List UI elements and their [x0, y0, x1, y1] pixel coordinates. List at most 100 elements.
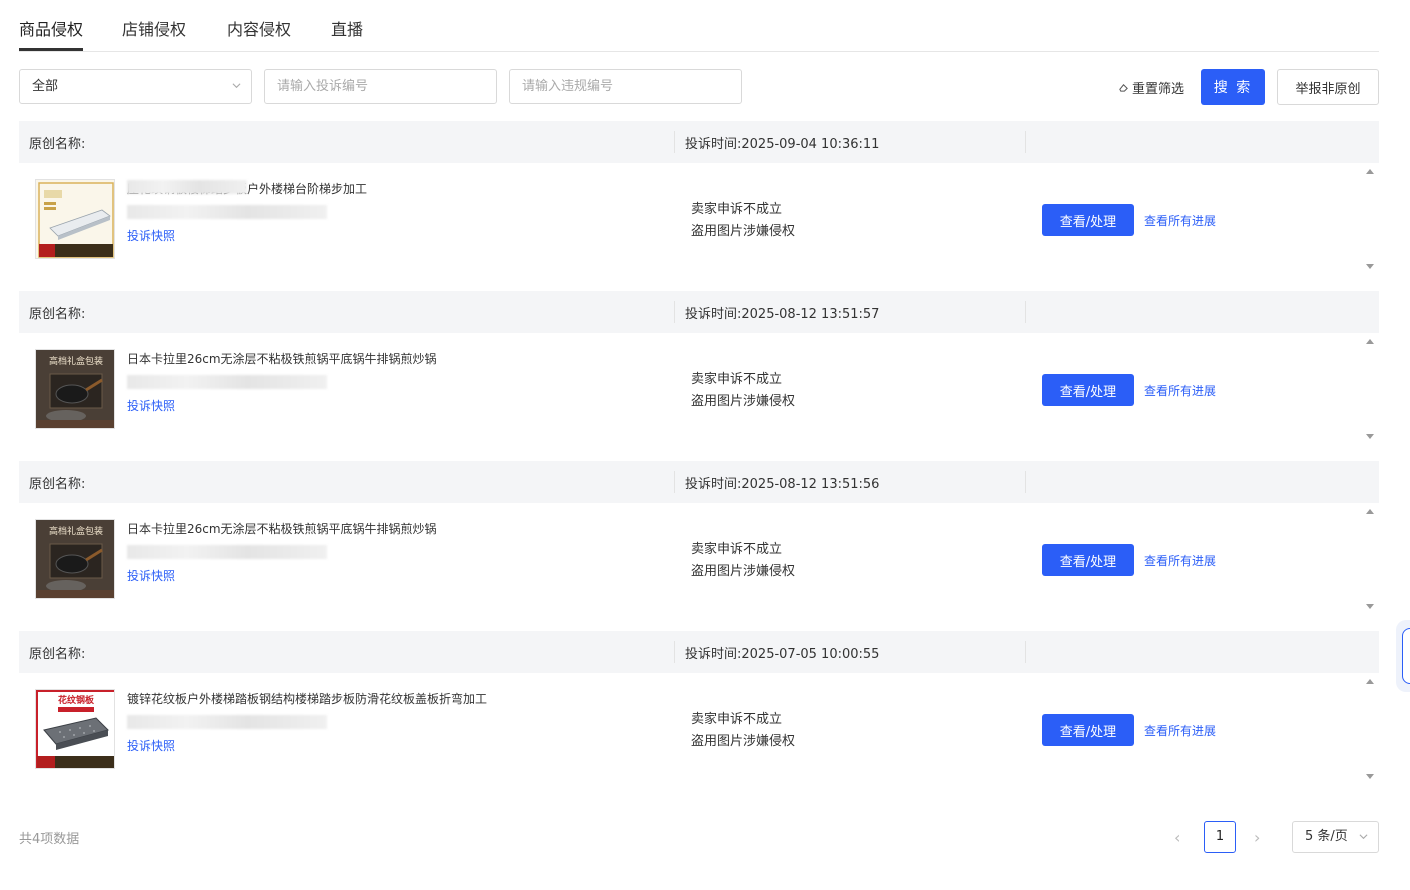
- scrollbar[interactable]: [1362, 163, 1379, 275]
- divider: [1025, 641, 1026, 663]
- tab-content-infringement[interactable]: 内容侵权: [227, 19, 291, 41]
- status-reason: 盗用图片涉嫌侵权: [691, 734, 796, 749]
- complaint-snapshot-link[interactable]: 投诉快照: [127, 567, 175, 584]
- pattern-plate-image: 花纹钢板: [36, 690, 114, 768]
- record-body: 高档礼盒包装 日本卡拉里26cm无涂层不粘极铁煎锅平底锅牛排锅煎炒锅 投诉快照 …: [19, 503, 1379, 615]
- status-select[interactable]: 全部: [19, 69, 252, 104]
- record-header: 原创名称: 投诉时间:2025-09-04 10:36:11: [19, 121, 1379, 163]
- scroll-up-arrow-icon[interactable]: [1366, 509, 1374, 514]
- complaint-record: 原创名称: 投诉时间:2025-07-05 10:00:55 花纹钢板 镀锌花纹…: [19, 631, 1379, 785]
- complaint-status: 卖家申诉不成立 盗用图片涉嫌侵权: [691, 539, 795, 583]
- side-float-button[interactable]: [1402, 628, 1410, 684]
- tab-store-infringement[interactable]: 店铺侵权: [122, 19, 186, 41]
- scroll-down-arrow-icon[interactable]: [1366, 434, 1374, 439]
- complaint-snapshot-link[interactable]: 投诉快照: [127, 397, 175, 414]
- redacted-text: [127, 205, 327, 219]
- product-thumbnail[interactable]: 花纹钢板: [35, 689, 115, 769]
- view-handle-button[interactable]: 查看/处理: [1042, 374, 1134, 406]
- product-thumbnail[interactable]: 高档礼盒包装: [35, 519, 115, 599]
- product-name: 镀锌花纹板户外楼梯踏板钢结构楼梯踏步板防滑花纹板盖板折弯加工: [127, 692, 488, 706]
- chevron-down-icon: [232, 83, 241, 89]
- product-thumbnail[interactable]: [35, 179, 115, 259]
- status-reason: 盗用图片涉嫌侵权: [691, 394, 796, 409]
- complaint-status: 卖家申诉不成立 盗用图片涉嫌侵权: [691, 369, 795, 413]
- scroll-up-arrow-icon[interactable]: [1366, 679, 1374, 684]
- product-name: 日本卡拉里26cm无涂层不粘极铁煎锅平底锅牛排锅煎炒锅: [127, 352, 437, 366]
- eraser-icon: [1119, 83, 1128, 92]
- steel-plate-image: [36, 180, 114, 258]
- divider: [674, 301, 675, 323]
- search-button[interactable]: 搜 索: [1201, 69, 1265, 105]
- view-handle-button[interactable]: 查看/处理: [1042, 714, 1134, 746]
- status-select-value: 全部: [32, 79, 59, 94]
- complaint-time: 投诉时间:2025-09-04 10:36:11: [685, 137, 880, 152]
- complaint-status: 卖家申诉不成立 盗用图片涉嫌侵权: [691, 709, 795, 753]
- complaint-time: 投诉时间:2025-08-12 13:51:56: [685, 477, 880, 492]
- status-appeal-result: 卖家申诉不成立: [691, 542, 783, 557]
- pattern-plate-title: 花纹钢板: [58, 694, 95, 706]
- divider: [1025, 131, 1026, 153]
- complaint-time: 投诉时间:2025-08-12 13:51:57: [685, 307, 880, 322]
- reset-filter-button[interactable]: 重置筛选: [1118, 78, 1184, 97]
- record-body: 压花纹钢板楼梯踏步板户外楼梯台阶梯步加工 投诉快照 卖家申诉不成立 盗用图片涉嫌…: [19, 163, 1379, 275]
- report-non-original-button[interactable]: 举报非原创: [1277, 69, 1379, 105]
- complaint-status: 卖家申诉不成立 盗用图片涉嫌侵权: [691, 199, 795, 243]
- complaint-snapshot-link[interactable]: 投诉快照: [127, 227, 175, 244]
- record-header: 原创名称: 投诉时间:2025-08-12 13:51:57: [19, 291, 1379, 333]
- page-number-current[interactable]: 1: [1204, 821, 1236, 853]
- tab-product-infringement[interactable]: 商品侵权: [19, 19, 83, 41]
- chevron-down-icon: [1359, 834, 1368, 840]
- divider: [1025, 301, 1026, 323]
- redacted-text: [127, 375, 327, 389]
- total-count: 共4项数据: [19, 832, 80, 847]
- next-page-icon[interactable]: ›: [1254, 828, 1260, 847]
- scrollbar[interactable]: [1362, 333, 1379, 445]
- complaint-record: 原创名称: 投诉时间:2025-09-04 10:36:11 压花纹钢板楼梯踏步…: [19, 121, 1379, 275]
- divider: [674, 131, 675, 153]
- view-all-progress-link[interactable]: 查看所有进展: [1144, 722, 1216, 739]
- status-appeal-result: 卖家申诉不成立: [691, 202, 783, 217]
- complaint-record: 原创名称: 投诉时间:2025-08-12 13:51:56 高档礼盒包装 日本…: [19, 461, 1379, 615]
- page-size-select[interactable]: 5 条/页: [1292, 821, 1379, 853]
- view-all-progress-link[interactable]: 查看所有进展: [1144, 552, 1216, 569]
- complaint-snapshot-link[interactable]: 投诉快照: [127, 737, 175, 754]
- scroll-down-arrow-icon[interactable]: [1366, 774, 1374, 779]
- view-handle-button[interactable]: 查看/处理: [1042, 544, 1134, 576]
- record-header: 原创名称: 投诉时间:2025-07-05 10:00:55: [19, 631, 1379, 673]
- status-appeal-result: 卖家申诉不成立: [691, 372, 783, 387]
- redacted-text: [127, 715, 327, 729]
- view-handle-button[interactable]: 查看/处理: [1042, 204, 1134, 236]
- original-name-label: 原创名称:: [29, 647, 86, 662]
- view-all-progress-link[interactable]: 查看所有进展: [1144, 212, 1216, 229]
- original-name-label: 原创名称:: [29, 307, 86, 322]
- filter-bar: 全部 重置筛选 搜 索 举报非原创: [19, 69, 1379, 105]
- active-tab-indicator: [19, 48, 83, 51]
- pan-image-title: 高档礼盒包装: [49, 355, 103, 367]
- complaint-id-input[interactable]: [264, 69, 497, 104]
- scroll-up-arrow-icon[interactable]: [1366, 169, 1374, 174]
- original-name-label: 原创名称:: [29, 477, 86, 492]
- scrollbar[interactable]: [1362, 673, 1379, 785]
- complaint-time: 投诉时间:2025-07-05 10:00:55: [685, 647, 880, 662]
- product-name: 日本卡拉里26cm无涂层不粘极铁煎锅平底锅牛排锅煎炒锅: [127, 522, 437, 536]
- divider: [674, 641, 675, 663]
- status-reason: 盗用图片涉嫌侵权: [691, 224, 796, 239]
- prev-page-icon[interactable]: ‹: [1174, 828, 1180, 847]
- pan-image: 高档礼盒包装: [36, 350, 114, 428]
- tab-live[interactable]: 直播: [331, 19, 363, 41]
- divider: [674, 471, 675, 493]
- record-body: 高档礼盒包装 日本卡拉里26cm无涂层不粘极铁煎锅平底锅牛排锅煎炒锅 投诉快照 …: [19, 333, 1379, 445]
- scroll-up-arrow-icon[interactable]: [1366, 339, 1374, 344]
- status-reason: 盗用图片涉嫌侵权: [691, 564, 796, 579]
- status-appeal-result: 卖家申诉不成立: [691, 712, 783, 727]
- violation-id-input[interactable]: [509, 69, 742, 104]
- view-all-progress-link[interactable]: 查看所有进展: [1144, 382, 1216, 399]
- reset-filter-label: 重置筛选: [1132, 82, 1185, 97]
- scroll-down-arrow-icon[interactable]: [1366, 604, 1374, 609]
- scrollbar[interactable]: [1362, 503, 1379, 615]
- product-thumbnail[interactable]: 高档礼盒包装: [35, 349, 115, 429]
- pan-image-title: 高档礼盒包装: [49, 525, 103, 537]
- complaint-record: 原创名称: 投诉时间:2025-08-12 13:51:57 高档礼盒包装 日本…: [19, 291, 1379, 445]
- original-name-label: 原创名称:: [29, 137, 86, 152]
- scroll-down-arrow-icon[interactable]: [1366, 264, 1374, 269]
